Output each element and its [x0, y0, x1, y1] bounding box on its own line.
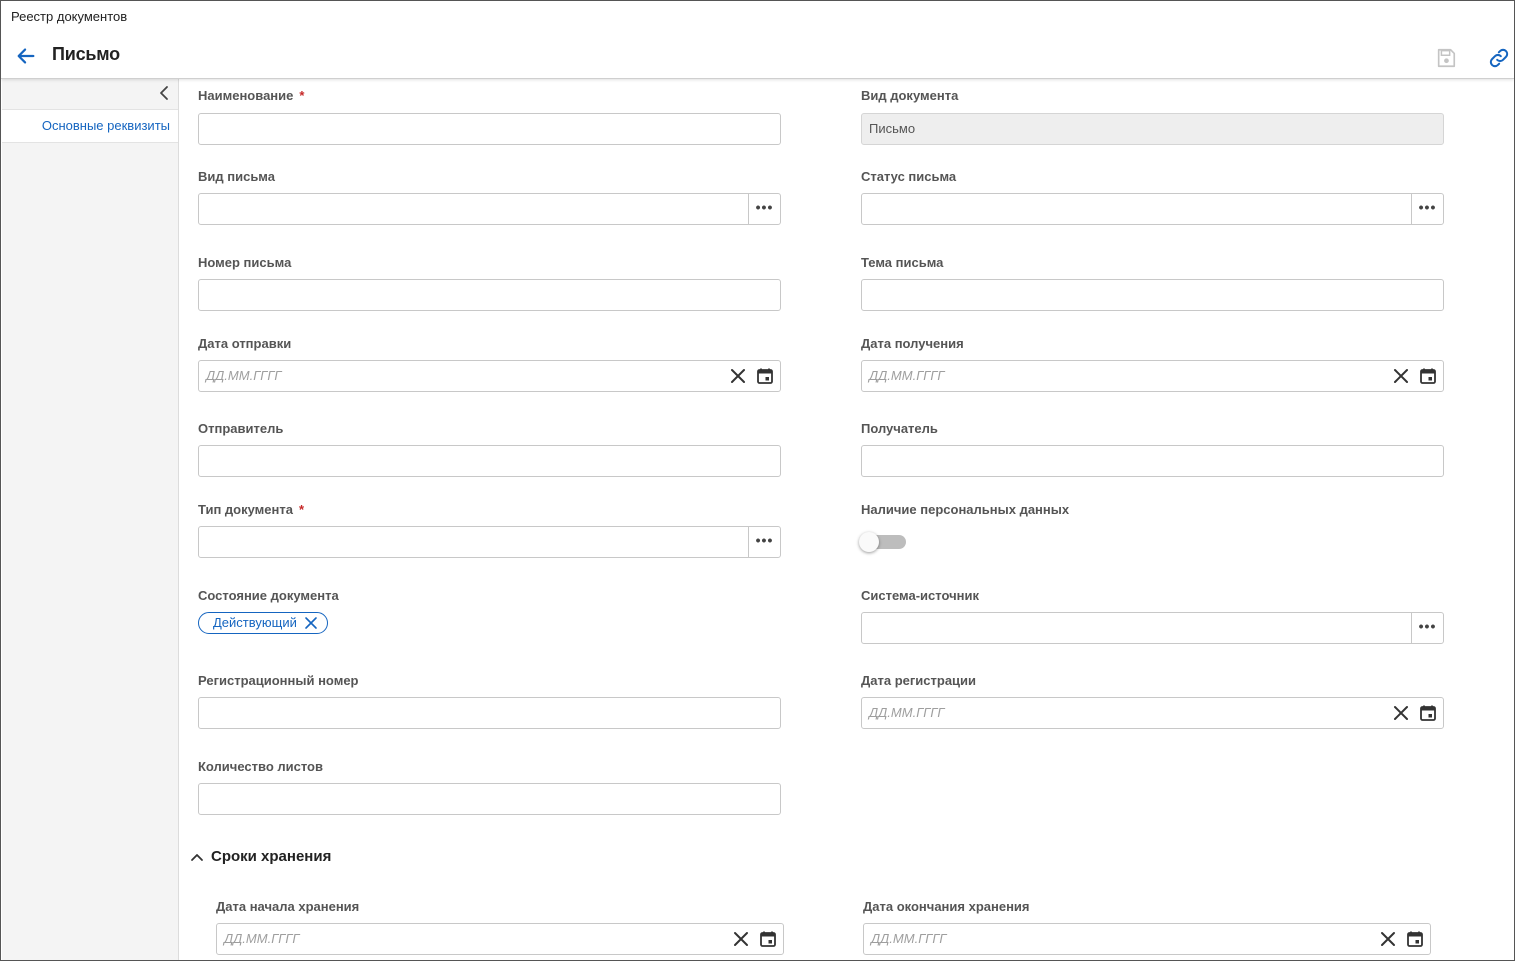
source-system-label: Система-источник	[861, 588, 979, 603]
personal-data-label: Наличие персональных данных	[861, 502, 1070, 517]
receive-date-field[interactable]: ДД.ММ.ГГГГ	[861, 360, 1444, 392]
breadcrumb[interactable]: Реестр документов	[11, 9, 127, 24]
doc-type-label: Тип документа *	[198, 502, 305, 517]
more-horizontal-icon[interactable]: •••	[748, 527, 780, 557]
chevron-left-icon[interactable]	[157, 85, 173, 101]
letter-kind-field[interactable]: •••	[198, 193, 781, 225]
toggle-knob	[859, 532, 879, 552]
send-date-label: Дата отправки	[198, 336, 292, 351]
storage-start-label: Дата начала хранения	[216, 899, 360, 914]
close-icon[interactable]	[1379, 930, 1397, 948]
save-icon[interactable]	[1435, 47, 1457, 69]
close-icon[interactable]	[729, 367, 747, 385]
receive-date-label: Дата получения	[861, 336, 964, 351]
sender-field[interactable]	[198, 445, 781, 477]
storage-start-placeholder: ДД.ММ.ГГГГ	[224, 931, 300, 946]
sidebar: Основные реквизиты	[2, 79, 179, 960]
required-marker: *	[298, 502, 305, 517]
storage-end-date-field[interactable]: ДД.ММ.ГГГГ	[863, 923, 1431, 955]
storage-end-placeholder: ДД.ММ.ГГГГ	[871, 931, 947, 946]
section-title: Сроки хранения	[211, 848, 332, 865]
required-marker: *	[299, 88, 305, 103]
doc-state-chip[interactable]: Действующий	[198, 612, 328, 634]
letter-kind-label: Вид письма	[198, 169, 275, 184]
sender-label: Отправитель	[198, 421, 284, 436]
letter-number-field[interactable]	[198, 279, 781, 311]
letter-subject-label: Тема письма	[861, 255, 944, 270]
sheet-count-label: Количество листов	[198, 759, 323, 774]
reg-number-label: Регистрационный номер	[198, 673, 359, 688]
more-horizontal-icon[interactable]: •••	[1411, 613, 1443, 643]
reg-date-label: Дата регистрации	[861, 673, 977, 688]
storage-start-date-field[interactable]: ДД.ММ.ГГГГ	[216, 923, 784, 955]
reg-date-field[interactable]: ДД.ММ.ГГГГ	[861, 697, 1444, 729]
header: Реестр документов Письмо	[1, 1, 1514, 79]
reg-number-field[interactable]	[198, 697, 781, 729]
send-date-placeholder: ДД.ММ.ГГГГ	[206, 368, 282, 383]
calendar-icon[interactable]	[1419, 367, 1437, 385]
letter-number-label: Номер письма	[198, 255, 292, 270]
reg-date-placeholder: ДД.ММ.ГГГГ	[869, 705, 945, 720]
close-icon[interactable]	[304, 616, 318, 630]
close-icon[interactable]	[1392, 367, 1410, 385]
app-window: Реестр документов Письмо Основные реквиз…	[0, 0, 1515, 961]
recipient-field[interactable]	[861, 445, 1444, 477]
receive-date-placeholder: ДД.ММ.ГГГГ	[869, 368, 945, 383]
sheet-count-field[interactable]	[198, 783, 781, 815]
chevron-up-icon[interactable]	[190, 850, 204, 864]
calendar-icon[interactable]	[759, 930, 777, 948]
link-icon[interactable]	[1488, 47, 1510, 69]
doc-type-field[interactable]: •••	[198, 526, 781, 558]
more-horizontal-icon[interactable]: •••	[1411, 194, 1443, 224]
calendar-icon[interactable]	[1406, 930, 1424, 948]
source-system-field[interactable]: •••	[861, 612, 1444, 644]
close-icon[interactable]	[1392, 704, 1410, 722]
back-arrow-icon[interactable]	[15, 45, 37, 67]
storage-end-label: Дата окончания хранения	[863, 899, 1030, 914]
name-label: Наименование *	[198, 88, 305, 103]
sidebar-item-main-details[interactable]: Основные реквизиты	[2, 109, 178, 143]
doc-kind-field: Письмо	[861, 113, 1444, 145]
calendar-icon[interactable]	[1419, 704, 1437, 722]
send-date-field[interactable]: ДД.ММ.ГГГГ	[198, 360, 781, 392]
doc-state-chip-label: Действующий	[213, 615, 297, 630]
calendar-icon[interactable]	[756, 367, 774, 385]
doc-state-label: Состояние документа	[198, 588, 339, 603]
name-field[interactable]	[198, 113, 781, 145]
recipient-label: Получатель	[861, 421, 938, 436]
personal-data-toggle[interactable]	[859, 532, 907, 552]
letter-subject-field[interactable]	[861, 279, 1444, 311]
page-title: Письмо	[52, 44, 120, 64]
letter-status-field[interactable]: •••	[861, 193, 1444, 225]
more-horizontal-icon[interactable]: •••	[748, 194, 780, 224]
close-icon[interactable]	[732, 930, 750, 948]
letter-status-label: Статус письма	[861, 169, 957, 184]
doc-kind-label: Вид документа	[861, 88, 959, 103]
